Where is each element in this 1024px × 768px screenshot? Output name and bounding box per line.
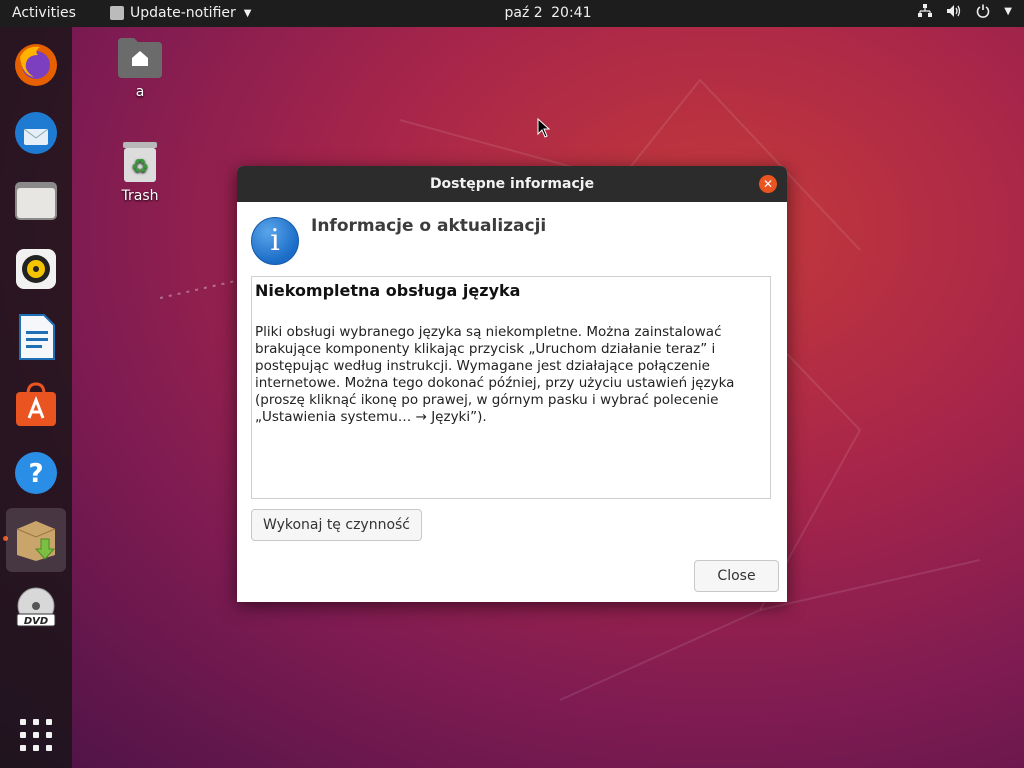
content-line: internetowe. Można tego dokonać później,… [255,375,735,391]
dvd-icon: DVD [16,587,56,627]
dialog-header: Informacje o aktualizacji [311,216,547,236]
dock-help[interactable]: ? [6,443,66,503]
home-folder-label: a [135,84,145,100]
dialog-title: Dostępne informacje [429,176,595,192]
thunderbird-icon [15,112,57,154]
dock: ? DVD [0,27,72,768]
chevron-down-icon: ▼ [1004,5,1012,17]
info-text-area[interactable]: Niekompletna obsługa języka Pliki obsług… [251,276,771,499]
content-line: Pliki obsługi wybranego języka są niekom… [255,324,722,340]
files-icon [15,182,57,220]
update-info-dialog: Dostępne informacje ✕ i Informacje o akt… [237,166,787,602]
clock-time: 20:41 [551,5,592,21]
content-line: brakujące komponenty klikając przycisk „… [255,341,716,357]
desktop-trash[interactable]: ♻ Trash [100,140,180,204]
trash-icon: ♻ [123,142,157,182]
dialog-titlebar[interactable]: Dostępne informacje ✕ [237,166,787,202]
rhythmbox-icon [16,249,56,289]
content-heading: Niekompletna obsługa języka [255,281,521,300]
dock-package-installer[interactable] [6,508,66,572]
power-icon [977,4,990,18]
svg-text:♻: ♻ [131,154,149,178]
content-body: Pliki obsługi wybranego języka są niekom… [255,324,767,426]
system-tray[interactable]: ▼ [918,4,1012,18]
dock-software[interactable] [6,375,66,435]
clock[interactable]: paź 2 20:41 [0,5,1024,21]
close-button[interactable]: Close [694,560,779,592]
show-apps-icon [20,719,52,751]
software-center-icon [16,382,56,426]
mouse-pointer-icon [537,118,551,138]
dock-writer[interactable] [6,307,66,367]
dock-firefox[interactable] [6,35,66,95]
dock-rhythmbox[interactable] [6,239,66,299]
clock-date: paź 2 [504,5,543,21]
trash-label: Trash [121,188,159,204]
info-icon: i [251,217,299,265]
dock-files[interactable] [6,171,66,231]
top-bar: Activities Update-notifier ▼ paź 2 20:41… [0,0,1024,27]
run-action-button[interactable]: Wykonaj tę czynność [251,509,422,541]
libreoffice-writer-icon [19,314,55,360]
svg-text:?: ? [28,459,43,489]
dock-dvd[interactable]: DVD [6,579,66,639]
volume-icon [947,5,961,17]
desktop-home-folder[interactable]: a [100,36,180,100]
network-icon [918,4,933,17]
content-line: (proszę kliknąć ikonę po prawej, w górny… [255,392,719,408]
svg-text:DVD: DVD [24,616,48,627]
content-line: postępując według instrukcji. Wymagane j… [255,358,710,374]
package-installer-icon [16,521,56,561]
content-line: „Ustawienia systemu… → Języki”). [255,409,487,425]
home-folder-icon [118,38,162,78]
dock-thunderbird[interactable] [6,103,66,163]
help-icon: ? [15,452,57,494]
firefox-icon [15,44,57,86]
close-icon[interactable]: ✕ [759,175,777,193]
dock-show-apps[interactable] [6,705,66,765]
